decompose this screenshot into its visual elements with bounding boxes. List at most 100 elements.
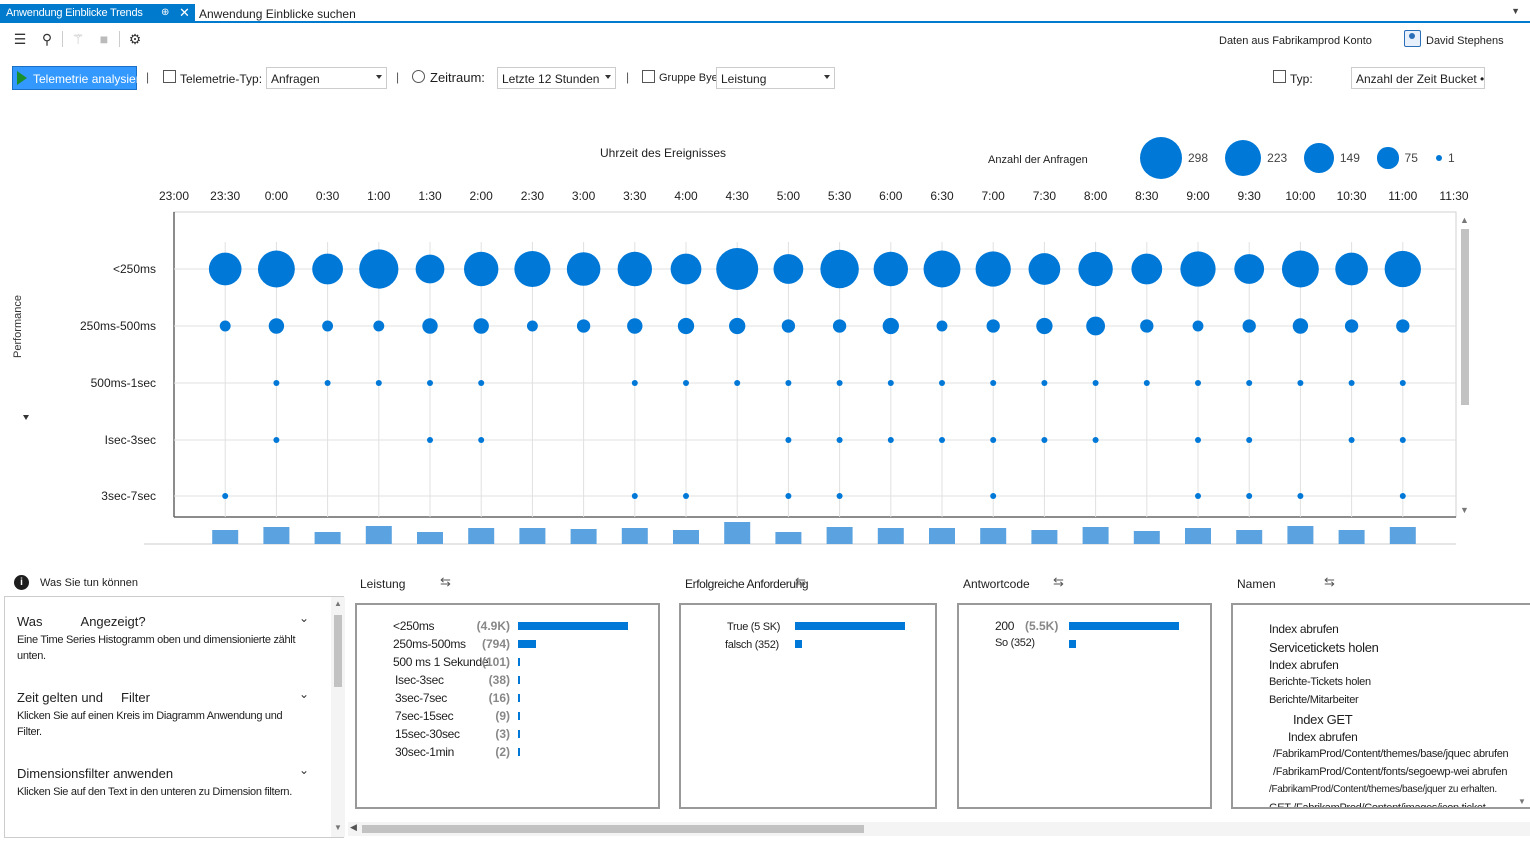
names-item[interactable]: /FabrikamProd/Content/themes/base/jquer … (1269, 784, 1497, 795)
data-bubble[interactable] (219, 320, 231, 332)
data-bubble[interactable] (273, 437, 280, 443)
data-bubble[interactable] (478, 437, 485, 443)
data-bubble[interactable] (990, 380, 997, 386)
performance-row-bar[interactable] (518, 658, 521, 666)
performance-row-bar[interactable] (518, 640, 536, 648)
data-bubble[interactable] (990, 493, 997, 499)
data-bubble[interactable] (670, 253, 702, 285)
data-bubble[interactable] (631, 493, 638, 499)
data-bubble[interactable] (1036, 317, 1053, 335)
performance-row-bar[interactable] (518, 748, 520, 756)
data-bubble[interactable] (1131, 253, 1163, 285)
histogram-bar[interactable] (314, 532, 341, 544)
data-bubble[interactable] (1195, 493, 1201, 499)
data-bubble[interactable] (1344, 319, 1359, 333)
data-bubble[interactable] (1348, 437, 1355, 443)
data-bubble[interactable] (208, 252, 242, 286)
data-bubble[interactable] (1399, 493, 1406, 499)
chevron-down-icon[interactable]: ⌄ (299, 687, 309, 701)
data-bubble[interactable] (422, 318, 438, 334)
histogram-bar[interactable] (212, 530, 239, 544)
data-bubble[interactable] (1092, 380, 1099, 386)
histogram-bar[interactable] (929, 528, 955, 544)
data-bubble[interactable] (939, 437, 945, 443)
scroll-down-icon[interactable]: ▼ (1460, 505, 1469, 515)
data-bubble[interactable] (222, 493, 229, 499)
histogram-bar[interactable] (621, 528, 648, 544)
data-bubble[interactable] (1292, 318, 1309, 334)
scroll-up-icon[interactable]: ▲ (1460, 215, 1469, 225)
data-bubble[interactable] (887, 437, 894, 443)
data-bubble[interactable] (1086, 316, 1106, 336)
data-bubble[interactable] (1028, 253, 1061, 285)
data-bubble[interactable] (463, 251, 499, 287)
performance-row-bar[interactable] (518, 622, 628, 630)
histogram-bar[interactable] (570, 529, 597, 544)
data-bubble[interactable] (785, 493, 792, 499)
histogram-bar[interactable] (365, 526, 392, 544)
data-bubble[interactable] (836, 493, 843, 499)
data-bubble[interactable] (785, 437, 792, 443)
names-item[interactable]: Servicetickets holen (1269, 640, 1379, 655)
performance-row-bar[interactable] (518, 694, 520, 702)
data-bubble[interactable] (359, 249, 399, 289)
data-bubble[interactable] (1195, 380, 1201, 386)
names-item[interactable]: Berichte/Mitarbeiter (1269, 694, 1359, 706)
data-bubble[interactable] (1246, 380, 1253, 386)
chart-scrollbar[interactable]: ▲ ▼ (1458, 215, 1472, 517)
data-bubble[interactable] (716, 248, 759, 290)
data-bubble[interactable] (734, 380, 741, 386)
scroll-down-icon[interactable]: ▼ (334, 823, 342, 832)
data-bubble[interactable] (1396, 319, 1410, 333)
success-row-label[interactable]: falsch (352) (725, 639, 779, 651)
performance-row-bar[interactable] (518, 676, 520, 684)
chevron-down-icon[interactable]: ⌄ (299, 763, 309, 777)
histogram-bar[interactable] (980, 528, 1007, 544)
data-bubble[interactable] (1384, 250, 1421, 288)
histogram-bar[interactable] (417, 532, 443, 544)
data-bubble[interactable] (936, 320, 948, 332)
swap-icon[interactable]: ⇆ (1324, 574, 1335, 590)
data-bubble[interactable] (923, 250, 961, 288)
swap-icon[interactable]: ⇆ (1053, 574, 1064, 590)
data-bubble[interactable] (773, 254, 804, 284)
data-bubble[interactable] (478, 380, 485, 386)
help-item-title[interactable]: Dimensionsfilter anwenden (17, 766, 173, 781)
data-bubble[interactable] (882, 317, 899, 335)
help-item-title[interactable]: Was Angezeigt? (17, 614, 146, 629)
data-bubble[interactable] (566, 252, 601, 286)
data-bubble[interactable] (375, 380, 382, 386)
data-bubble[interactable] (1041, 380, 1048, 386)
data-bubble[interactable] (683, 380, 689, 386)
histogram-bar[interactable] (775, 532, 802, 544)
histogram-bar[interactable] (673, 530, 699, 544)
response-code-row-label[interactable]: 200 (995, 619, 1014, 633)
data-bubble[interactable] (268, 318, 285, 334)
data-bubble[interactable] (1078, 251, 1113, 287)
data-bubble[interactable] (785, 380, 792, 386)
horizontal-scrollbar[interactable]: ◀ (348, 822, 1530, 836)
data-bubble[interactable] (781, 319, 796, 333)
data-bubble[interactable] (1297, 493, 1304, 499)
histogram-bar[interactable] (468, 528, 495, 544)
names-item[interactable]: /FabrikamProd/Content/fonts/segoewp-wei … (1273, 766, 1507, 778)
data-bubble[interactable] (1092, 437, 1099, 443)
data-bubble[interactable] (677, 317, 695, 335)
data-bubble[interactable] (986, 319, 1000, 333)
names-item[interactable]: Index abrufen (1269, 658, 1339, 672)
data-bubble[interactable] (990, 437, 997, 443)
histogram-bar[interactable] (1031, 530, 1058, 544)
help-scrollbar[interactable]: ▲ ▼ (331, 597, 345, 837)
data-bubble[interactable] (273, 380, 280, 386)
performance-row-bar[interactable] (518, 730, 520, 738)
histogram-bar[interactable] (1389, 527, 1416, 544)
response-code-row-bar[interactable] (1069, 640, 1077, 648)
data-bubble[interactable] (729, 317, 746, 335)
histogram-bar[interactable] (1133, 531, 1160, 544)
names-item[interactable]: Index abrufen (1269, 622, 1339, 636)
data-bubble[interactable] (1335, 252, 1368, 286)
data-bubble[interactable] (514, 250, 551, 288)
histogram-bar[interactable] (1338, 530, 1365, 544)
data-bubble[interactable] (1297, 380, 1304, 386)
data-bubble[interactable] (322, 320, 334, 332)
